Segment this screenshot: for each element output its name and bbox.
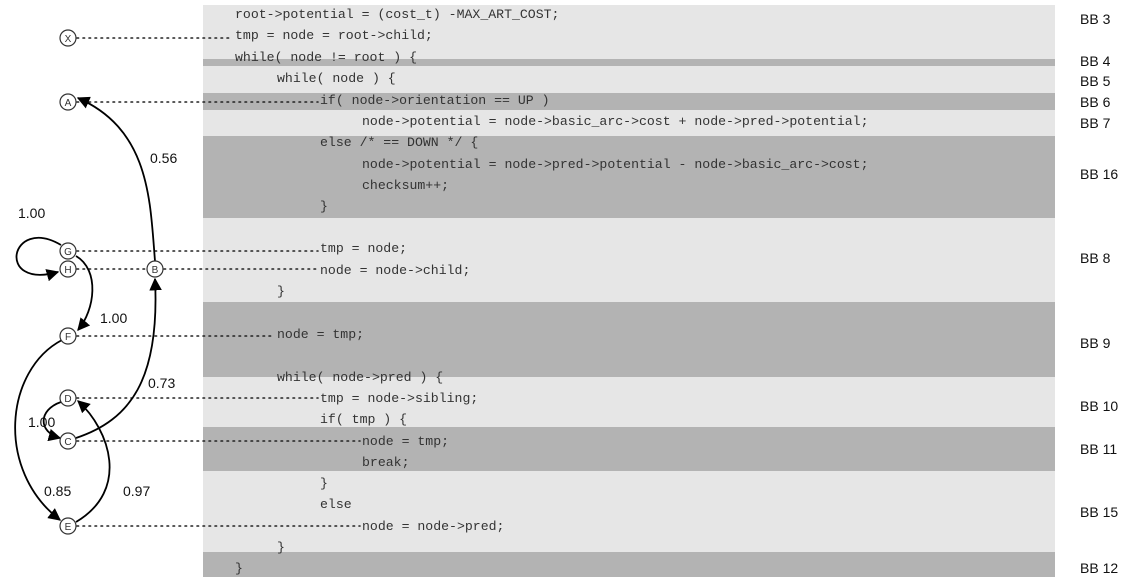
node-x-label: X bbox=[65, 34, 72, 45]
edge-g-self bbox=[15, 237, 62, 282]
node-h-label: H bbox=[64, 265, 71, 276]
prob-f-to-e: 0.85 bbox=[44, 483, 71, 499]
node-c-label: C bbox=[64, 437, 71, 448]
prob-b-to-a: 0.56 bbox=[150, 150, 177, 166]
edge-g-to-f bbox=[75, 255, 94, 331]
prob-d-to-c: 1.00 bbox=[28, 414, 55, 430]
node-g-label: G bbox=[64, 247, 72, 258]
node-a-label: A bbox=[65, 98, 72, 109]
edge-b-to-a bbox=[76, 96, 156, 262]
node-d-label: D bbox=[64, 394, 71, 405]
flow-graph: X A G H B F D C E 0.56 1.00 1.00 0.73 1.… bbox=[14, 29, 361, 535]
prob-c-to-b: 0.73 bbox=[148, 375, 175, 391]
node-b-label: B bbox=[152, 265, 159, 276]
node-f-label: F bbox=[65, 332, 71, 343]
prob-g-to-f: 1.00 bbox=[100, 310, 127, 326]
edge-c-to-b bbox=[75, 277, 162, 439]
prob-e-to-d: 0.97 bbox=[123, 483, 150, 499]
node-e-label: E bbox=[65, 522, 72, 533]
edge-e-to-d bbox=[75, 400, 111, 523]
prob-g-self: 1.00 bbox=[18, 205, 45, 221]
